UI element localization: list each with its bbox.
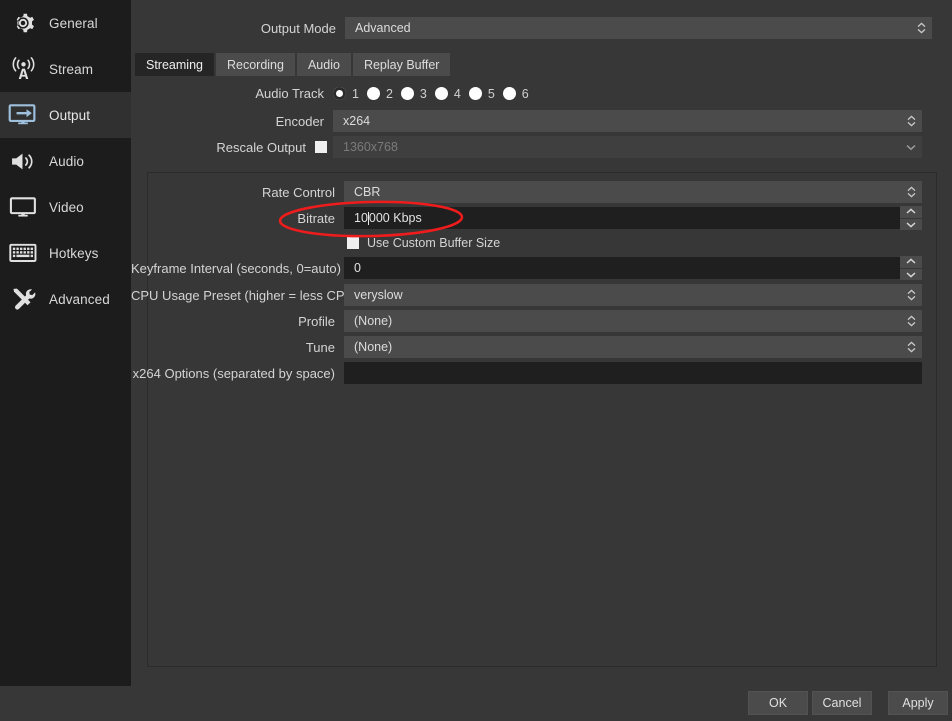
audio-track-option-3[interactable]: 3 (400, 87, 427, 101)
tab-audio[interactable]: Audio (296, 53, 351, 76)
output-tabbar: Streaming Recording Audio Replay Buffer (135, 53, 452, 76)
tune-chevrons[interactable] (900, 336, 922, 358)
sidebar-item-general[interactable]: General (0, 0, 131, 46)
sidebar-item-label: General (49, 15, 98, 31)
output-mode-chevrons[interactable] (910, 17, 932, 39)
sidebar-item-audio[interactable]: Audio (0, 138, 131, 184)
rescale-output-checkbox[interactable] (315, 141, 327, 153)
output-mode-row: Output Mode Advanced (131, 17, 942, 39)
sidebar-item-advanced[interactable]: Advanced (0, 276, 131, 322)
custom-buffer-row: Use Custom Buffer Size (347, 236, 500, 250)
radio-icon (468, 87, 482, 100)
audio-track-option-1[interactable]: 1 (333, 87, 359, 101)
profile-select[interactable]: (None) (344, 310, 900, 332)
profile-label: Profile (298, 313, 335, 329)
cpu-preset-row: CPU Usage Preset (higher = less CPU) ver… (131, 284, 922, 306)
keyboard-icon (6, 237, 40, 269)
audio-track-radio-group: 1 2 3 4 5 6 (333, 87, 537, 101)
tab-replay-buffer[interactable]: Replay Buffer (352, 53, 451, 76)
radio-icon (434, 87, 448, 100)
gear-icon (6, 7, 40, 39)
bitrate-value: 10000 Kbps (354, 210, 422, 226)
output-mode-select[interactable]: Advanced (345, 17, 920, 39)
radio-icon (333, 87, 346, 100)
monitor-arrow-icon (6, 99, 40, 131)
tune-label: Tune (305, 339, 335, 355)
cancel-button[interactable]: Cancel (812, 691, 872, 715)
x264-options-input[interactable] (344, 362, 922, 384)
apply-button[interactable]: Apply (888, 691, 948, 715)
sidebar-item-label: Video (49, 199, 84, 215)
radio-icon (400, 87, 414, 100)
profile-chevrons[interactable] (900, 310, 922, 332)
encoder-label: Encoder (275, 113, 324, 129)
output-mode-label: Output Mode (260, 20, 336, 36)
keyframe-interval-input[interactable]: 0 (344, 257, 900, 279)
tab-recording[interactable]: Recording (215, 53, 295, 76)
rate-control-select[interactable]: CBR (344, 181, 900, 203)
audio-track-option-4[interactable]: 4 (434, 87, 461, 101)
encoder-select[interactable]: x264 (333, 110, 909, 132)
rescale-output-select: 1360x768 (333, 136, 909, 158)
custom-buffer-label: Use Custom Buffer Size (367, 236, 501, 250)
sidebar-item-stream[interactable]: Stream (0, 46, 131, 92)
audio-track-option-6[interactable]: 6 (502, 87, 529, 101)
encoder-settings-groupbox (147, 172, 937, 667)
ok-button[interactable]: OK (748, 691, 808, 715)
text-caret (367, 212, 369, 226)
sidebar-item-output[interactable]: Output (0, 92, 131, 138)
bitrate-spin-down[interactable] (900, 218, 922, 230)
radio-icon (502, 87, 516, 100)
x264-options-label: x264 Options (separated by space) (132, 365, 335, 381)
rescale-output-row: Rescale Output 1360x768 (131, 136, 931, 158)
rescale-output-chevron-down (900, 136, 922, 158)
tune-select[interactable]: (None) (344, 336, 900, 358)
rate-control-row: Rate Control CBR (131, 181, 922, 203)
profile-row: Profile (None) (131, 310, 922, 332)
keyframe-interval-spinner (900, 256, 922, 280)
cpu-preset-label: CPU Usage Preset (higher = less CPU) (131, 287, 359, 303)
keyframe-interval-spin-up[interactable] (900, 256, 922, 268)
sidebar-item-video[interactable]: Video (0, 184, 131, 230)
bitrate-spinner (900, 206, 922, 230)
speaker-icon (6, 145, 40, 177)
sidebar-item-label: Stream (49, 61, 94, 77)
output-settings-pane: Output Mode Advanced Streaming Recording… (131, 0, 952, 686)
sidebar-item-label: Audio (49, 153, 85, 169)
obs-settings-window: General Stream Output Audio Video Hotkey… (0, 0, 952, 721)
tools-icon (6, 283, 40, 315)
radio-icon (366, 87, 380, 100)
sidebar-item-label: Advanced (49, 291, 110, 307)
tab-streaming[interactable]: Streaming (135, 53, 214, 76)
audio-track-label: Audio Track (255, 86, 324, 101)
sidebar-item-label: Hotkeys (49, 245, 99, 261)
keyframe-interval-spin-down[interactable] (900, 268, 922, 280)
encoder-row: Encoder x264 (131, 110, 931, 132)
cpu-preset-select[interactable]: veryslow (344, 284, 900, 306)
audio-track-row: Audio Track 1 2 3 4 5 6 (131, 86, 537, 101)
bitrate-spin-up[interactable] (900, 206, 922, 218)
bitrate-input[interactable]: 10000 Kbps (344, 207, 900, 229)
sidebar-item-label: Output (49, 107, 91, 123)
custom-buffer-checkbox[interactable] (347, 237, 359, 249)
bitrate-row: Bitrate 10000 Kbps (131, 206, 922, 230)
settings-sidebar: General Stream Output Audio Video Hotkey… (0, 0, 131, 686)
encoder-chevrons[interactable] (900, 110, 922, 132)
broadcast-icon (6, 53, 40, 85)
sidebar-item-hotkeys[interactable]: Hotkeys (0, 230, 131, 276)
audio-track-option-2[interactable]: 2 (366, 87, 393, 101)
bitrate-label: Bitrate (297, 210, 335, 226)
rescale-output-label: Rescale Output (216, 139, 306, 155)
dialog-button-bar: OK Cancel Apply (0, 686, 952, 721)
keyframe-interval-label: Keyframe Interval (seconds, 0=auto) (131, 260, 341, 276)
display-icon (6, 191, 40, 223)
rate-control-chevrons[interactable] (900, 181, 922, 203)
keyframe-interval-row: Keyframe Interval (seconds, 0=auto) 0 (131, 256, 922, 280)
audio-track-option-5[interactable]: 5 (468, 87, 495, 101)
x264-options-row: x264 Options (separated by space) (131, 362, 922, 384)
rate-control-label: Rate Control (262, 184, 335, 200)
tune-row: Tune (None) (131, 336, 922, 358)
cpu-preset-chevrons[interactable] (900, 284, 922, 306)
